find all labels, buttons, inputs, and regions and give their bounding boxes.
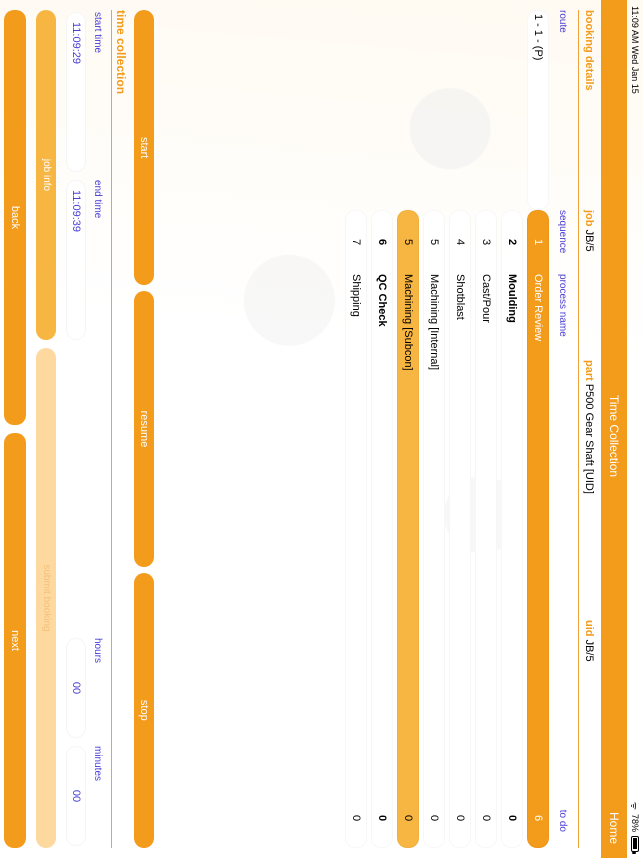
stop-button[interactable]: stop	[134, 573, 154, 848]
label-start-time: start time	[92, 12, 103, 172]
uid-label: uid	[583, 620, 595, 637]
time-labels: start time end time hours minutes	[92, 10, 103, 848]
process-list: 1 - 1 - (P)1Order Review62Moulding03Cast…	[345, 10, 549, 848]
process-row[interactable]: 6QC Check0	[371, 10, 393, 848]
process-name: Machining [Internal]	[428, 274, 440, 788]
process-table-header: route sequence process name to do	[557, 10, 568, 848]
footer-nav: back next	[4, 10, 26, 848]
booking-details-header: booking details job JB/5 part P500 Gear …	[583, 10, 595, 848]
battery-pct: 78%	[630, 814, 640, 832]
wifi-icon: ᯤ	[629, 802, 642, 810]
process-row[interactable]: 1 - 1 - (P)1Order Review6	[527, 10, 549, 848]
start-time-field[interactable]: 11:09:29	[66, 12, 86, 172]
process-row[interactable]: 3Cast/Pour0	[475, 10, 497, 848]
job-info-button[interactable]: job info	[36, 10, 56, 340]
timer-buttons: start resume stop	[134, 10, 154, 848]
status-bar: 11:09 AM Wed Jan 15 ᯤ 78%	[627, 0, 643, 858]
booking-details-title: booking details	[583, 10, 595, 210]
submit-booking-button[interactable]: submit booking	[36, 348, 56, 848]
resume-button[interactable]: resume	[134, 291, 154, 566]
process-row[interactable]: 2Moulding0	[501, 10, 523, 848]
process-name: Order Review	[532, 274, 544, 788]
process-todo: 0	[428, 788, 440, 848]
start-button[interactable]: start	[134, 10, 154, 285]
col-sequence: sequence	[557, 210, 568, 274]
minutes-field[interactable]: 00	[66, 746, 86, 846]
submit-row: job info submit booking	[36, 10, 56, 848]
process-todo: 0	[350, 788, 362, 848]
process-name: Moulding	[506, 274, 518, 788]
process-seq: 4	[454, 210, 466, 274]
process-row[interactable]: 4Shotblast0	[449, 10, 471, 848]
job-label: job	[583, 210, 595, 227]
process-todo: 0	[376, 788, 388, 848]
part-label: part	[583, 360, 595, 381]
col-todo: to do	[557, 788, 568, 848]
process-name: Shipping	[350, 274, 362, 788]
status-time: 11:09 AM Wed Jan 15	[630, 6, 640, 94]
process-name: QC Check	[376, 274, 388, 788]
process-todo: 0	[506, 788, 518, 848]
process-seq: 1	[532, 210, 544, 274]
hours-field[interactable]: 00	[66, 638, 86, 738]
process-seq: 5	[402, 210, 414, 274]
time-inputs: 11:09:29 11:09:39 00 00	[66, 10, 86, 848]
process-todo: 6	[532, 788, 544, 848]
title-bar: Time Collection Home	[601, 0, 627, 858]
next-button[interactable]: next	[4, 433, 26, 848]
process-name: Machining [Subcon]	[402, 274, 414, 788]
process-name: Cast/Pour	[480, 274, 492, 788]
process-todo: 0	[480, 788, 492, 848]
col-route: route	[557, 10, 568, 210]
process-row[interactable]: 5Machining [Internal]0	[423, 10, 445, 848]
label-minutes: minutes	[92, 746, 103, 846]
process-seq: 2	[506, 210, 518, 274]
uid-value: JB/5	[583, 640, 595, 662]
battery-icon	[631, 836, 639, 852]
process-row[interactable]: 7Shipping0	[345, 10, 367, 848]
route-value: 1 - 1 - (P)	[527, 10, 549, 210]
process-row[interactable]: 5Machining [Subcon]0	[397, 10, 419, 848]
process-seq: 5	[428, 210, 440, 274]
home-button[interactable]: Home	[607, 812, 621, 858]
process-seq: 6	[376, 210, 388, 274]
part-value: P500 Gear Shaft [UID]	[583, 384, 595, 494]
label-hours: hours	[92, 638, 103, 738]
label-end-time: end time	[92, 180, 103, 340]
process-seq: 3	[480, 210, 492, 274]
process-todo: 0	[402, 788, 414, 848]
time-collection-title: time collection	[111, 10, 128, 848]
job-value: JB/5	[583, 230, 595, 252]
process-todo: 0	[454, 788, 466, 848]
process-seq: 7	[350, 210, 362, 274]
page-title: Time Collection	[607, 60, 621, 812]
back-button[interactable]: back	[4, 10, 26, 425]
end-time-field[interactable]: 11:09:39	[66, 180, 86, 340]
col-process: process name	[557, 274, 568, 788]
process-name: Shotblast	[454, 274, 466, 788]
